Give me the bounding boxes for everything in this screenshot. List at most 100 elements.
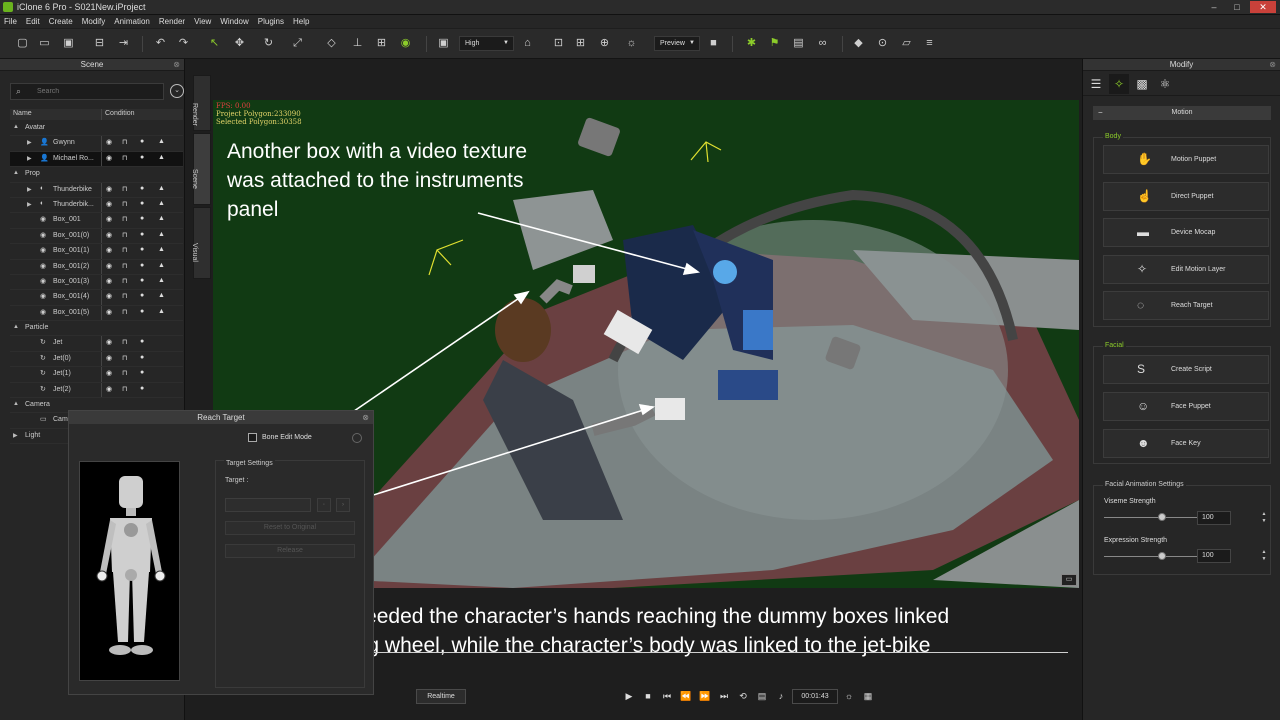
lamp-icon[interactable]: ▲ <box>158 246 165 253</box>
pick-target-icon[interactable]: ◦ <box>317 498 331 512</box>
menu-create[interactable]: Create <box>49 17 73 26</box>
lock-icon[interactable]: ⊓ <box>122 308 127 316</box>
collapse-arrow-icon[interactable]: ▲ <box>13 401 19 407</box>
select-arrow-icon[interactable]: ↖ <box>208 37 221 50</box>
lamp-icon[interactable]: ▲ <box>158 231 165 238</box>
sphere-icon[interactable]: ● <box>140 200 144 207</box>
tree-item[interactable]: ▶ 👤 Gwynn ◉ ⊓ ● ▲ <box>10 136 183 152</box>
reset-to-original-button[interactable]: Reset to Original <box>225 521 355 535</box>
light-icon[interactable]: ☼ <box>625 37 638 50</box>
scene-search[interactable]: ⌕ <box>10 83 164 100</box>
tree-item[interactable]: ▶ 👤 Michael Ro... ◉ ⊓ ● ▲ <box>10 151 183 168</box>
expand-arrow-icon[interactable]: ▶ <box>27 186 32 193</box>
tree-item[interactable]: ↻ Jet(1) ◉ ⊓ ● <box>10 367 183 383</box>
create-script-button[interactable]: S Create Script <box>1103 355 1269 384</box>
tree-item[interactable]: ◉ Box_001(5) ◉ ⊓ ● ▲ <box>10 305 183 322</box>
eye-icon[interactable]: ◉ <box>106 292 112 300</box>
tree-group[interactable]: ▲ Avatar <box>10 121 183 137</box>
sphere-icon[interactable]: ● <box>140 385 144 392</box>
lamp-icon[interactable]: ▲ <box>158 154 165 161</box>
previous-frame-icon[interactable]: ⏪ <box>680 691 692 702</box>
menu-animation[interactable]: Animation <box>114 17 150 26</box>
menu-modify[interactable]: Modify <box>82 17 106 26</box>
link-icon[interactable]: ∞ <box>816 37 829 50</box>
lock-icon[interactable]: ⊓ <box>122 231 127 239</box>
eye-icon[interactable]: ◉ <box>106 138 112 146</box>
bone-edit-mode[interactable]: Bone Edit Mode <box>248 433 312 442</box>
eye-icon[interactable]: ◉ <box>106 200 112 208</box>
lock-icon[interactable]: ⊓ <box>122 369 127 377</box>
lock-icon[interactable]: ⊓ <box>122 277 127 285</box>
tree-group[interactable]: ▲ Particle <box>10 321 183 337</box>
expression-slider-knob[interactable] <box>1158 552 1166 560</box>
align-icon[interactable]: ⊥ <box>351 37 364 50</box>
screen-icon[interactable]: ▣ <box>437 37 450 50</box>
reach-target-title-bar[interactable]: Reach Target ⊗ <box>69 411 373 424</box>
menu-window[interactable]: Window <box>220 17 248 26</box>
release-button[interactable]: Release <box>225 544 355 558</box>
scale-icon[interactable]: ⤢ <box>291 37 304 50</box>
timecode-display[interactable]: 00:01:43 <box>792 689 838 704</box>
sphere-icon[interactable]: ● <box>140 338 144 345</box>
sphere-icon[interactable]: ● <box>140 262 144 269</box>
tab-attributes-icon[interactable]: ☰ <box>1086 74 1106 94</box>
dummy-avatar-view[interactable] <box>79 461 180 681</box>
lamp-icon[interactable]: ▲ <box>158 185 165 192</box>
sphere-icon[interactable]: ● <box>140 215 144 222</box>
fit-icon[interactable]: ⊡ <box>552 37 565 50</box>
collapse-arrow-icon[interactable]: ▲ <box>13 124 19 130</box>
distribute-icon[interactable]: ⊞ <box>375 37 388 50</box>
viseme-spinner-icon[interactable]: ▲ ▼ <box>1260 511 1268 525</box>
sphere-icon[interactable]: ● <box>140 138 144 145</box>
lock-icon[interactable]: ⊓ <box>122 138 127 146</box>
minimize-button[interactable]: – <box>1204 1 1224 13</box>
clear-target-icon[interactable]: › <box>336 498 350 512</box>
column-condition[interactable]: Condition <box>105 110 135 117</box>
eraser-icon[interactable]: ◇ <box>325 37 338 50</box>
device-mocap-button[interactable]: ▬ Device Mocap <box>1103 218 1269 247</box>
expand-arrow-icon[interactable]: ▶ <box>27 155 32 162</box>
quality-select[interactable]: High ▼ <box>459 36 514 51</box>
tree-item[interactable]: ◉ Box_001(2) ◉ ⊓ ● ▲ <box>10 259 183 275</box>
tree-item[interactable]: ◉ Box_001(1) ◉ ⊓ ● ▲ <box>10 244 183 260</box>
export-icon[interactable]: ⇥ <box>117 37 130 50</box>
eye-icon[interactable]: ◉ <box>106 354 112 362</box>
motion-section-header[interactable]: − Motion <box>1093 106 1271 120</box>
go-end-icon[interactable]: ⏭ <box>718 691 730 702</box>
pick-icon[interactable]: ◆ <box>852 37 865 50</box>
settings-list-icon[interactable]: ≡ <box>923 37 936 50</box>
grid-icon[interactable]: ⊞ <box>574 37 587 50</box>
save-icon[interactable]: ▣ <box>62 37 75 50</box>
lamp-icon[interactable]: ▲ <box>158 200 165 207</box>
lock-icon[interactable]: ⊓ <box>122 292 127 300</box>
target-field[interactable] <box>225 498 311 512</box>
maximize-button[interactable]: □ <box>1227 1 1247 13</box>
menu-render[interactable]: Render <box>159 17 185 26</box>
sphere-icon[interactable]: ● <box>140 154 144 161</box>
motion-puppet-button[interactable]: ✋ Motion Puppet <box>1103 145 1269 174</box>
sphere-icon[interactable]: ● <box>140 277 144 284</box>
tree-item[interactable]: ◉ Box_001(0) ◉ ⊓ ● ▲ <box>10 228 183 245</box>
lock-icon[interactable]: ⊓ <box>122 354 127 362</box>
next-frame-icon[interactable]: ⏩ <box>699 691 711 702</box>
modify-pin-icon[interactable]: ⊗ <box>1269 59 1276 71</box>
lock-icon[interactable]: ⊓ <box>122 215 127 223</box>
tree-item[interactable]: ▶ ◐ Thunderbike ◉ ⊓ ● ▲ <box>10 182 183 198</box>
lamp-icon[interactable]: ▲ <box>158 308 165 315</box>
lamp-icon[interactable]: ▲ <box>158 262 165 269</box>
menu-help[interactable]: Help <box>293 17 309 26</box>
sphere-icon[interactable]: ● <box>140 292 144 299</box>
collapse-arrow-icon[interactable]: ▲ <box>13 170 19 176</box>
bone-edit-checkbox[interactable] <box>248 433 257 442</box>
viseme-slider-knob[interactable] <box>1158 513 1166 521</box>
undo-icon[interactable]: ↶ <box>154 37 167 50</box>
sphere-icon[interactable]: ● <box>140 231 144 238</box>
tree-item[interactable]: ▶ ◐ Thunderbik... ◉ ⊓ ● ▲ <box>10 197 183 214</box>
expand-arrow-icon[interactable]: ▶ <box>27 201 32 208</box>
expression-spinner-icon[interactable]: ▲ ▼ <box>1260 549 1268 563</box>
eye-icon[interactable]: ◉ <box>106 231 112 239</box>
eye-icon[interactable]: ◉ <box>106 338 112 346</box>
redo-icon[interactable]: ↷ <box>177 37 190 50</box>
viewport-chat-icon[interactable]: ▭ <box>1061 574 1077 586</box>
music-icon[interactable]: ♪ <box>775 691 787 701</box>
